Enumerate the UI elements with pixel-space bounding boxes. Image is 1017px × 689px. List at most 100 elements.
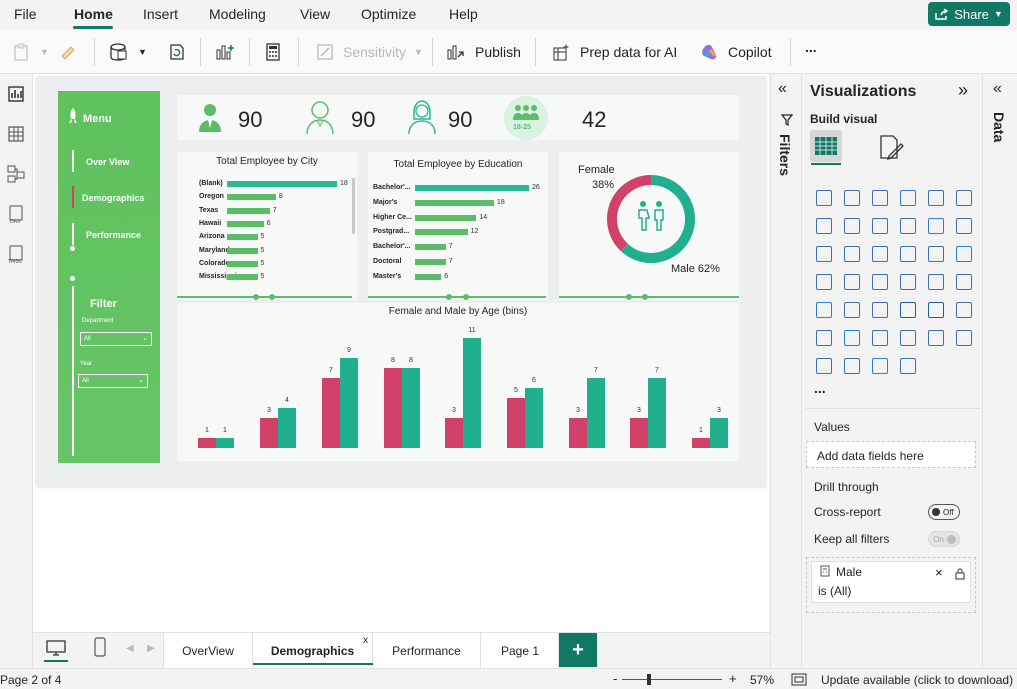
format-painter-button[interactable] — [58, 42, 80, 62]
cross-report-toggle[interactable]: Off — [928, 504, 960, 520]
keep-filters-toggle[interactable]: On — [928, 531, 960, 547]
menu-view[interactable]: View — [300, 6, 330, 22]
model-view-icon[interactable] — [6, 164, 26, 184]
100-bar-icon[interactable] — [922, 184, 950, 212]
100-column-icon[interactable] — [950, 184, 978, 212]
data-pane[interactable]: « Data — [982, 74, 1017, 674]
menu-file[interactable]: File — [14, 6, 37, 22]
map-icon[interactable] — [950, 240, 978, 268]
mobile-view-icon[interactable] — [93, 637, 107, 657]
zoom-slider-thumb[interactable] — [647, 674, 651, 685]
gauge-icon[interactable] — [866, 268, 894, 296]
zoom-out-button[interactable]: - — [613, 671, 617, 686]
donut-slice-male[interactable] — [620, 175, 695, 263]
table-icon[interactable] — [838, 296, 866, 324]
share-button[interactable]: Share ▼ — [928, 2, 1010, 26]
scroll-right-icon[interactable]: ▶ — [147, 643, 155, 654]
refresh-button[interactable] — [167, 42, 187, 62]
chevron-right-icon[interactable]: » — [958, 80, 968, 101]
donut-slice-female[interactable] — [607, 175, 652, 252]
stacked-column-icon[interactable] — [838, 184, 866, 212]
paginated-icon[interactable] — [922, 324, 950, 352]
trophy-icon[interactable] — [894, 324, 922, 352]
build-visual-tab[interactable] — [810, 130, 842, 162]
scrollbar[interactable] — [352, 178, 355, 234]
funnel-icon[interactable] — [810, 240, 838, 268]
kpi-icon[interactable] — [950, 268, 978, 296]
report-view-icon[interactable] — [6, 84, 26, 104]
dax-query-icon[interactable]: DAX — [6, 204, 26, 224]
page-tab-demographics[interactable]: Demographics x — [253, 633, 373, 669]
waterfall-icon[interactable] — [950, 212, 978, 240]
matrix-icon[interactable] — [866, 296, 894, 324]
page-tab-overview[interactable]: OverView — [163, 633, 253, 669]
narrative-icon[interactable] — [866, 324, 894, 352]
zoom-in-button[interactable]: + — [729, 671, 737, 686]
desktop-view-icon[interactable] — [45, 639, 67, 657]
line-column-icon[interactable] — [922, 212, 950, 240]
card-icon[interactable] — [894, 268, 922, 296]
menu-modeling[interactable]: Modeling — [209, 6, 266, 22]
scroll-left-icon[interactable]: ◀ — [126, 643, 134, 654]
page-tab-page1[interactable]: Page 1 — [481, 633, 559, 669]
chevron-visual-icon[interactable] — [894, 352, 922, 380]
diamond-icon[interactable] — [866, 352, 894, 380]
stacked-bar-icon[interactable] — [810, 184, 838, 212]
format-visual-icon[interactable] — [878, 134, 906, 160]
new-visual-button[interactable] — [214, 42, 236, 62]
update-notice[interactable]: Update available (click to download) — [821, 673, 1013, 687]
chevron-left-icon[interactable]: « — [778, 80, 787, 98]
r-visual-icon[interactable] — [894, 296, 922, 324]
clustered-bar-icon[interactable] — [866, 184, 894, 212]
filters-pane[interactable]: « Filters — [770, 74, 802, 674]
filled-map-icon[interactable] — [810, 268, 838, 296]
department-dropdown[interactable]: All ⌄ — [80, 332, 152, 346]
more-visuals-button[interactable]: ... — [814, 380, 826, 396]
area-icon[interactable] — [838, 212, 866, 240]
page-tab-performance[interactable]: Performance — [373, 633, 481, 669]
treemap-icon[interactable] — [922, 240, 950, 268]
power-automate-icon[interactable] — [810, 352, 838, 380]
key-influencers-icon[interactable] — [950, 296, 978, 324]
ribbon-icon[interactable] — [894, 212, 922, 240]
close-icon[interactable]: x — [363, 635, 368, 646]
clustered-column-icon[interactable] — [894, 184, 922, 212]
city-chart[interactable]: Total Employee by City (Blank) 18 Oregon 8 T… — [177, 152, 357, 300]
donut-icon[interactable] — [894, 240, 922, 268]
custom-visual-icon[interactable] — [838, 352, 866, 380]
menu-help[interactable]: Help — [449, 6, 478, 22]
menu-home[interactable]: Home — [74, 6, 113, 22]
multi-card-icon[interactable] — [922, 268, 950, 296]
tmdl-view-icon[interactable]: TMDL — [6, 244, 26, 264]
nav-performance[interactable]: Performance — [86, 230, 141, 240]
qa-icon[interactable] — [838, 324, 866, 352]
publish-button[interactable]: Publish — [445, 42, 521, 62]
new-measure-button[interactable] — [263, 42, 283, 62]
gender-donut-chart[interactable]: Female 38% Male 62% — [559, 152, 739, 300]
fit-page-icon[interactable] — [791, 673, 807, 686]
slicer-icon[interactable] — [810, 296, 838, 324]
python-visual-icon[interactable] — [922, 296, 950, 324]
year-dropdown[interactable]: All ⌄ — [78, 374, 148, 388]
pie-icon[interactable] — [866, 240, 894, 268]
copilot-button[interactable]: Copilot — [700, 42, 772, 62]
education-chart[interactable]: Total Employee by Education Bachelor'...… — [368, 152, 548, 300]
table-view-icon[interactable] — [6, 124, 26, 144]
get-data-button[interactable]: ▼ — [108, 42, 147, 62]
line-icon[interactable] — [810, 212, 838, 240]
chevron-left-icon[interactable]: « — [993, 80, 1002, 98]
stacked-area-icon[interactable] — [866, 212, 894, 240]
sensitivity-button[interactable]: Sensitivity ▼ — [315, 42, 423, 62]
values-drop-zone[interactable]: Add data fields here — [806, 441, 976, 468]
drill-filter-card[interactable]: Male is (All) × — [811, 561, 971, 603]
menu-optimize[interactable]: Optimize — [361, 6, 416, 22]
nav-demographics[interactable]: Demographics — [82, 193, 145, 203]
nav-overview[interactable]: Over View — [86, 157, 129, 167]
power-apps-icon[interactable] — [950, 324, 978, 352]
menu-insert[interactable]: Insert — [143, 6, 178, 22]
add-page-button[interactable]: + — [559, 633, 597, 667]
lock-icon[interactable] — [955, 568, 965, 580]
zoom-slider-track[interactable] — [622, 679, 722, 680]
decomposition-tree-icon[interactable] — [810, 324, 838, 352]
more-options-button[interactable]: ... — [805, 39, 817, 55]
